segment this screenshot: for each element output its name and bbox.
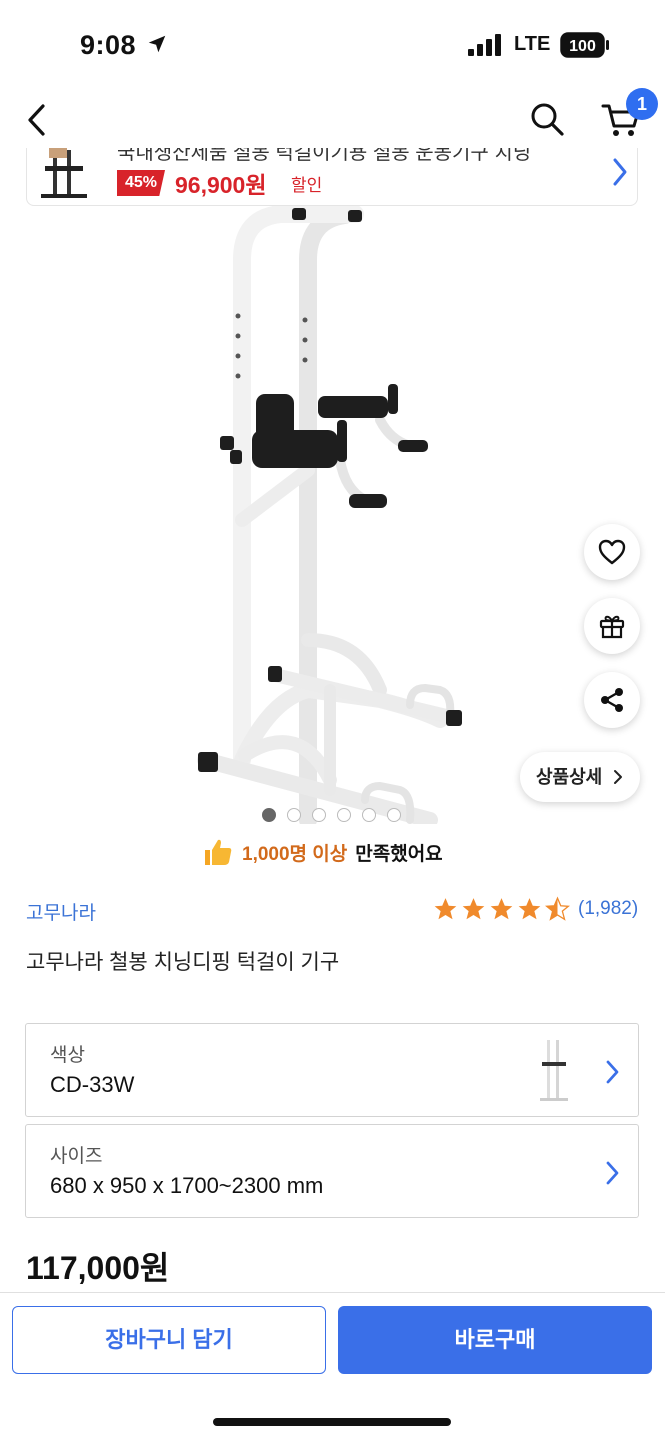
total-price: 117,000원 [26, 1250, 170, 1286]
brand-link[interactable]: 고무나라 [26, 898, 96, 925]
chevron-right-icon [614, 770, 622, 784]
related-product-card[interactable]: 국내생산제품 철봉 턱걸이기용 철봉 운동기구 치닝 45% 96,900원 할… [26, 148, 638, 206]
product-detail-label: 상품상세 [536, 767, 603, 787]
carousel-dot[interactable] [337, 808, 351, 822]
back-chevron-icon[interactable] [24, 100, 50, 140]
status-bar: 9:08 LTE 100 [0, 0, 665, 92]
network-type: LTE [514, 33, 551, 55]
thumbs-up-icon [205, 839, 232, 865]
battery-level: 100 [569, 38, 596, 55]
wishlist-button[interactable] [584, 524, 640, 580]
status-time: 9:08 [80, 30, 137, 60]
review-count-link[interactable]: (1,982) [578, 898, 638, 920]
satisfaction-text: 만족했어요 [355, 843, 443, 865]
color-option-selector[interactable]: 색상 CD-33W [25, 1023, 639, 1117]
product-title: 고무나라 철봉 치닝디핑 턱걸이 기구 [26, 951, 340, 974]
carousel-dot[interactable] [287, 808, 301, 822]
rating-stars [432, 896, 571, 922]
star-half-icon [544, 896, 571, 921]
related-product-thumbnail [41, 148, 87, 198]
share-icon [601, 688, 623, 712]
carousel-dot[interactable] [362, 808, 376, 822]
heart-icon [598, 539, 626, 565]
satisfaction-banner: 1,000명 이상 만족했어요 [202, 834, 443, 870]
product-image[interactable] [0, 206, 665, 824]
chevron-right-icon [606, 1161, 619, 1185]
chevron-right-icon [606, 1060, 619, 1084]
star-full-icon [434, 898, 457, 920]
option-value: CD-33W [50, 1072, 135, 1097]
battery-icon: 100 [560, 32, 609, 58]
discount-badge: 45% [117, 170, 166, 196]
carousel-dot[interactable] [387, 808, 401, 822]
buy-now-button[interactable]: 바로구매 [338, 1306, 652, 1374]
cart-count-badge: 1 [626, 88, 658, 120]
option-label: 색상 [50, 1045, 85, 1066]
gift-icon [599, 615, 625, 639]
share-button[interactable] [584, 672, 640, 728]
star-full-icon [518, 898, 541, 920]
location-arrow-icon [148, 35, 166, 53]
gift-button[interactable] [584, 598, 640, 654]
cellular-signal-icon [468, 34, 501, 56]
product-detail-button[interactable]: 상품상세 [520, 752, 640, 802]
image-carousel-dots [262, 808, 401, 822]
add-to-cart-button[interactable]: 장바구니 담기 [12, 1306, 326, 1374]
option-thumbnail [540, 1040, 568, 1101]
home-indicator[interactable] [213, 1418, 451, 1426]
option-label: 사이즈 [50, 1146, 103, 1167]
satisfaction-count: 1,000명 이상 [242, 843, 348, 865]
star-full-icon [462, 898, 485, 920]
related-product-title: 국내생산제품 철봉 턱걸이기용 철봉 운동기구 치닝 [117, 148, 532, 164]
top-nav [0, 92, 665, 146]
chevron-right-icon [613, 158, 627, 186]
star-full-icon [490, 898, 513, 920]
carousel-dot[interactable] [262, 808, 276, 822]
option-value: 680 x 950 x 1700~2300 mm [50, 1173, 324, 1198]
size-option-selector[interactable]: 사이즈 680 x 950 x 1700~2300 mm [25, 1124, 639, 1218]
search-icon[interactable] [528, 100, 566, 138]
carousel-dot[interactable] [312, 808, 326, 822]
related-product-price: 96,900원 [175, 172, 267, 198]
discount-label: 할인 [291, 176, 323, 195]
